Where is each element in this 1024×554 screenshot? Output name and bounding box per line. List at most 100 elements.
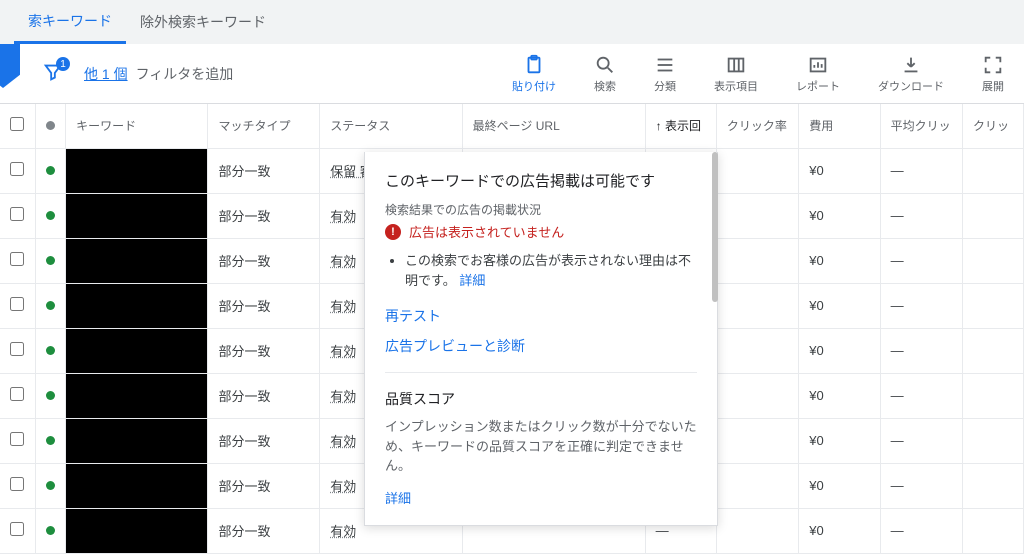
download-label: ダウンロード <box>878 78 944 94</box>
row-checkbox[interactable] <box>10 207 24 221</box>
status-dot-icon <box>46 481 55 490</box>
cell-status[interactable]: 有効 <box>330 479 356 494</box>
cell-status[interactable]: 有効 <box>330 389 356 404</box>
cell-avg: — <box>880 238 962 283</box>
download-icon <box>900 54 922 76</box>
toolbar: 1 他 1 個 フィルタを追加 貼り付け 検索 分類 表示項目 レポート ダウン… <box>0 44 1024 104</box>
header-cost[interactable]: 費用 <box>799 104 880 148</box>
cell-cost: ¥0 <box>799 508 880 553</box>
keyword-diagnosis-popup: このキーワードでの広告掲載は可能です 検索結果での広告の掲載状況 ! 広告は表示… <box>364 152 718 526</box>
quality-score-title: 品質スコア <box>385 389 697 409</box>
cell-clicks <box>962 373 1023 418</box>
cell-avg: — <box>880 418 962 463</box>
cell-clicks <box>962 238 1023 283</box>
cell-cost: ¥0 <box>799 373 880 418</box>
header-impressions[interactable]: ↑ 表示回 <box>645 104 716 148</box>
paste-button[interactable]: 貼り付け <box>512 54 556 94</box>
filter-icon[interactable]: 1 <box>42 61 64 86</box>
cell-clicks <box>962 283 1023 328</box>
columns-label: 表示項目 <box>714 78 758 94</box>
cell-status[interactable]: 有効 <box>330 299 356 314</box>
quality-score-detail-link[interactable]: 詳細 <box>385 491 411 506</box>
status-dot-icon <box>46 211 55 220</box>
columns-icon <box>725 54 747 76</box>
ad-preview-link[interactable]: 広告プレビューと診断 <box>385 336 697 356</box>
cell-avg: — <box>880 148 962 193</box>
sort-arrow-icon: ↑ <box>656 119 662 133</box>
retest-link[interactable]: 再テスト <box>385 306 697 326</box>
header-avg-cpc[interactable]: 平均クリッ <box>880 104 962 148</box>
keyword-redacted <box>66 419 207 463</box>
cell-ctr <box>716 283 798 328</box>
blue-flag <box>0 44 20 88</box>
cell-avg: — <box>880 373 962 418</box>
popup-detail-link[interactable]: 詳細 <box>459 273 485 288</box>
columns-button[interactable]: 表示項目 <box>714 54 758 94</box>
more-filters-link[interactable]: 他 1 個 <box>84 64 128 84</box>
cell-match-type: 部分一致 <box>208 373 320 418</box>
cell-cost: ¥0 <box>799 328 880 373</box>
cell-status[interactable]: 有効 <box>330 209 356 224</box>
search-button[interactable]: 検索 <box>594 54 616 94</box>
cell-match-type: 部分一致 <box>208 418 320 463</box>
segment-button[interactable]: 分類 <box>654 54 676 94</box>
cell-match-type: 部分一致 <box>208 283 320 328</box>
row-checkbox[interactable] <box>10 297 24 311</box>
search-icon <box>594 54 616 76</box>
cell-ctr <box>716 463 798 508</box>
row-checkbox[interactable] <box>10 477 24 491</box>
expand-button[interactable]: 展開 <box>982 54 1004 94</box>
row-checkbox[interactable] <box>10 432 24 446</box>
header-checkbox[interactable] <box>0 104 35 148</box>
download-button[interactable]: ダウンロード <box>878 54 944 94</box>
row-checkbox[interactable] <box>10 387 24 401</box>
tab-search-keywords[interactable]: 索キーワード <box>14 0 126 44</box>
row-checkbox[interactable] <box>10 252 24 266</box>
cell-clicks <box>962 418 1023 463</box>
cell-status[interactable]: 有効 <box>330 344 356 359</box>
header-status[interactable]: ステータス <box>320 104 462 148</box>
report-button[interactable]: レポート <box>796 54 840 94</box>
cell-status[interactable]: 有効 <box>330 524 356 539</box>
tab-negative-keywords[interactable]: 除外検索キーワード <box>126 0 280 44</box>
cell-ctr <box>716 148 798 193</box>
add-filter-text[interactable]: フィルタを追加 <box>136 64 234 84</box>
row-checkbox[interactable] <box>10 522 24 536</box>
status-dot-icon <box>46 526 55 535</box>
cell-match-type: 部分一致 <box>208 238 320 283</box>
popup-subtitle: 検索結果での広告の掲載状況 <box>385 201 697 218</box>
keyword-redacted <box>66 464 207 508</box>
popup-scrollbar[interactable] <box>712 152 718 302</box>
keyword-redacted <box>66 284 207 328</box>
cell-avg: — <box>880 508 962 553</box>
header-keyword[interactable]: キーワード <box>66 104 208 148</box>
segment-label: 分類 <box>654 78 676 94</box>
row-checkbox[interactable] <box>10 342 24 356</box>
header-status-dot[interactable] <box>35 104 66 148</box>
status-dot-icon <box>46 346 55 355</box>
status-dot-icon <box>46 166 55 175</box>
status-dot-icon <box>46 301 55 310</box>
tab-bar: 索キーワード 除外検索キーワード <box>0 0 1024 44</box>
cell-status[interactable]: 有効 <box>330 254 356 269</box>
header-match-type[interactable]: マッチタイプ <box>208 104 320 148</box>
filter-badge: 1 <box>56 57 70 71</box>
row-checkbox[interactable] <box>10 162 24 176</box>
header-final-url[interactable]: 最終ページ URL <box>462 104 645 148</box>
keyword-redacted <box>66 239 207 283</box>
header-clicks[interactable]: クリッ <box>962 104 1023 148</box>
clipboard-icon <box>523 54 545 76</box>
keyword-redacted <box>66 329 207 373</box>
expand-label: 展開 <box>982 78 1004 94</box>
cell-clicks <box>962 193 1023 238</box>
popup-warning-text: 広告は表示されていません <box>409 222 564 241</box>
cell-cost: ¥0 <box>799 463 880 508</box>
cell-match-type: 部分一致 <box>208 148 320 193</box>
select-all-checkbox[interactable] <box>10 117 24 131</box>
cell-status[interactable]: 有効 <box>330 434 356 449</box>
popup-title: このキーワードでの広告掲載は可能です <box>385 170 697 191</box>
cell-cost: ¥0 <box>799 238 880 283</box>
cell-ctr <box>716 238 798 283</box>
cell-cost: ¥0 <box>799 148 880 193</box>
header-ctr[interactable]: クリック率 <box>716 104 798 148</box>
